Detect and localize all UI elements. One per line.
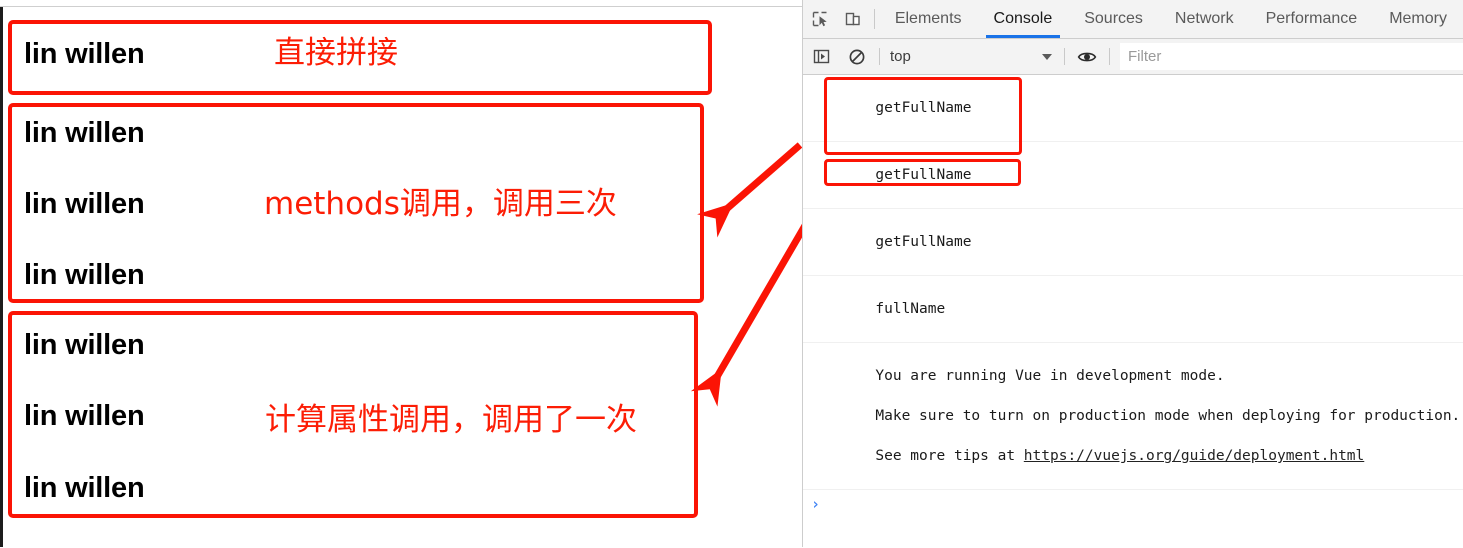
- tab-sources[interactable]: Sources: [1068, 0, 1159, 38]
- console-message-row[interactable]: getFullName: [803, 209, 1463, 276]
- console-input-prompt[interactable]: ›: [803, 490, 1463, 518]
- annotation-box-computed-call: lin willen lin willen lin willen 计算属性调用，…: [8, 311, 698, 518]
- annotation-box-direct-concat: lin willen 直接拼接: [8, 20, 712, 95]
- devtools-tabbar: Elements Console Sources Network Perform…: [803, 0, 1463, 39]
- live-expression-icon[interactable]: [1069, 39, 1105, 74]
- page-top-divider: [0, 6, 802, 7]
- devtools-panel: Elements Console Sources Network Perform…: [802, 0, 1463, 548]
- console-message-row[interactable]: fullName: [803, 276, 1463, 343]
- output-line: lin willen: [24, 329, 145, 361]
- output-line: lin willen: [24, 472, 145, 504]
- console-message-text: getFullName: [875, 100, 972, 116]
- filterbar-divider: [879, 48, 880, 65]
- console-message-text: getFullName: [875, 234, 972, 250]
- output-line: lin willen: [24, 38, 145, 70]
- console-filter-toolbar: top: [803, 39, 1463, 75]
- vue-message-line-3-prefix: See more tips at: [875, 448, 1024, 464]
- page-left-edge: [0, 7, 3, 547]
- annotation-label-methods-call: methods调用，调用三次: [264, 186, 617, 222]
- output-line: lin willen: [24, 117, 145, 149]
- clear-console-icon[interactable]: [839, 39, 875, 74]
- console-message-row[interactable]: getFullName: [803, 75, 1463, 142]
- console-message-row[interactable]: getFullName: [803, 142, 1463, 209]
- chevron-down-icon: [1042, 53, 1052, 60]
- tab-console[interactable]: Console: [978, 0, 1069, 38]
- filterbar-divider-2: [1064, 48, 1065, 65]
- console-context-label: top: [890, 48, 911, 65]
- toolbar-divider: [873, 9, 875, 29]
- output-line: lin willen: [24, 188, 145, 220]
- output-line: lin willen: [24, 259, 145, 291]
- tab-label: Sources: [1084, 10, 1143, 27]
- chevron-right-icon: ›: [811, 495, 821, 513]
- output-line: lin willen: [24, 400, 145, 432]
- console-sidebar-icon[interactable]: [803, 39, 839, 74]
- tab-label: Elements: [894, 10, 962, 27]
- tab-label: Console: [993, 10, 1053, 27]
- tab-memory[interactable]: Memory: [1373, 0, 1463, 38]
- console-message-text: fullName: [875, 301, 946, 317]
- tab-label: Memory: [1389, 10, 1447, 27]
- annotation-box-methods-call: lin willen lin willen lin willen methods…: [8, 103, 704, 303]
- console-context-selector[interactable]: top: [884, 39, 1060, 74]
- console-message-text: getFullName: [875, 167, 972, 183]
- annotation-label-direct-concat: 直接拼接: [274, 35, 398, 71]
- vue-message-line-1: You are running Vue in development mode.: [875, 368, 1225, 384]
- annotation-label-computed-call: 计算属性调用，调用了一次: [265, 402, 637, 438]
- console-output[interactable]: getFullName getFullName getFullName full…: [803, 75, 1463, 548]
- tab-elements[interactable]: Elements: [879, 0, 978, 38]
- vue-deployment-link[interactable]: https://vuejs.org/guide/deployment.html: [1024, 448, 1364, 464]
- filterbar-divider-3: [1109, 48, 1110, 65]
- tab-label: Performance: [1265, 10, 1358, 27]
- browser-page-pane: lin willen 直接拼接 lin willen lin willen li…: [0, 0, 802, 547]
- tab-performance[interactable]: Performance: [1250, 0, 1374, 38]
- console-vue-devmode-message[interactable]: You are running Vue in development mode.…: [803, 343, 1463, 490]
- inspect-element-icon[interactable]: [803, 0, 836, 38]
- device-toolbar-icon[interactable]: [836, 0, 869, 38]
- tab-network[interactable]: Network: [1159, 0, 1250, 38]
- vue-message-line-2: Make sure to turn on production mode whe…: [875, 408, 1461, 424]
- console-filter-input[interactable]: [1120, 43, 1463, 70]
- tab-label: Network: [1174, 10, 1234, 27]
